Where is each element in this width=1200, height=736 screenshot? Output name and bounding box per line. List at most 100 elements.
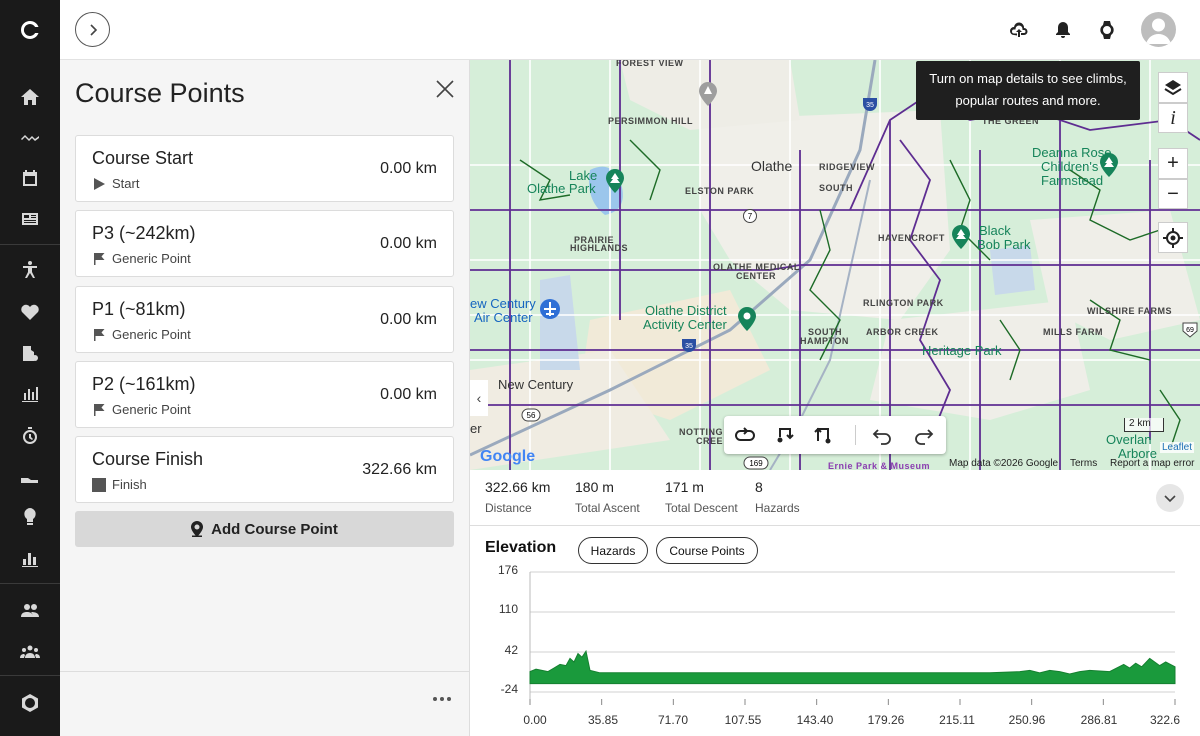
more-options-button[interactable] — [433, 694, 453, 704]
x-tick-label: 286.81 — [1080, 713, 1118, 727]
more-dot-icon — [433, 697, 437, 701]
map-label: Black — [979, 223, 1011, 238]
map-label: Children's — [1041, 159, 1099, 174]
redo-button[interactable] — [912, 425, 934, 445]
map-label: Olathe — [751, 158, 793, 174]
zoom-in-button[interactable]: + — [1158, 148, 1188, 179]
park-marker-icon[interactable] — [951, 224, 971, 250]
collapse-panel-button[interactable]: ‹ — [470, 380, 488, 416]
route-map[interactable]: FOREST VIEW PERSIMMON HILL Lake Olathe P… — [470, 60, 1200, 470]
health-icon[interactable] — [0, 292, 60, 332]
watch-icon[interactable] — [1095, 18, 1119, 42]
expand-panel-button[interactable] — [75, 12, 110, 47]
stat-value: 322.66 km — [485, 479, 551, 495]
course-point-type: Generic Point — [92, 402, 191, 417]
course-point-card[interactable]: P2 (~161km) Generic Point 0.00 km — [75, 361, 454, 428]
nav-separator — [0, 583, 60, 584]
course-point-card[interactable]: P1 (~81km) Generic Point 0.00 km — [75, 286, 454, 353]
course-point-name: Course Start — [92, 148, 194, 168]
airport-marker-icon[interactable] — [539, 298, 561, 320]
stat-distance: 322.66 km Distance — [485, 479, 550, 515]
x-tick-label: 0.00 — [523, 713, 547, 727]
course-point-card[interactable]: Course Start Start 0.00 km — [75, 135, 454, 202]
map-label: HAMPTON — [800, 336, 849, 346]
terms-link[interactable]: Terms — [1070, 458, 1097, 469]
stat-label: Distance — [485, 501, 532, 515]
add-course-point-button[interactable]: Add Course Point — [75, 511, 454, 547]
more-dot-icon — [447, 697, 451, 701]
x-tick-label: 215.11 — [939, 713, 975, 727]
loop-route-button[interactable] — [734, 425, 756, 445]
badges-icon[interactable] — [0, 683, 60, 723]
stat-label: Hazards — [755, 501, 800, 515]
groups-icon[interactable] — [0, 632, 60, 672]
training-icon[interactable] — [0, 250, 60, 290]
map-label: Olathe District — [645, 303, 727, 318]
route-shield-icon: 169 — [743, 456, 769, 470]
report-map-error-link[interactable]: Report a map error — [1110, 458, 1194, 469]
elevation-chart[interactable] — [470, 527, 1200, 736]
flag-icon — [94, 328, 105, 341]
connections-icon[interactable] — [0, 591, 60, 631]
poi-marker-icon[interactable] — [698, 81, 718, 107]
map-label: Activity Center — [643, 317, 727, 332]
map-pin-icon — [191, 521, 204, 537]
course-points-panel: Course Points Course Start Start 0.00 km… — [60, 60, 470, 736]
course-point-distance: 0.00 km — [380, 160, 437, 177]
undo-button[interactable] — [872, 425, 894, 445]
activity-trend-icon[interactable] — [0, 117, 60, 157]
course-point-card[interactable]: P3 (~242km) Generic Point 0.00 km — [75, 210, 454, 277]
close-icon — [436, 80, 454, 98]
reverse-route-button[interactable] — [814, 425, 836, 445]
bell-icon[interactable] — [1051, 18, 1075, 42]
leaflet-link[interactable]: Leaflet — [1160, 442, 1195, 453]
svg-text:35: 35 — [685, 343, 693, 350]
timer-icon[interactable] — [0, 416, 60, 456]
course-point-name: P2 (~161km) — [92, 374, 196, 394]
park-marker-icon[interactable] — [1099, 152, 1119, 178]
user-avatar-icon[interactable] — [1141, 12, 1176, 47]
toggle-stats-button[interactable] — [1156, 484, 1184, 512]
route-tools-toolbar — [724, 416, 946, 454]
chevron-right-icon — [89, 23, 97, 36]
close-panel-button[interactable] — [436, 80, 454, 98]
locate-button[interactable] — [1158, 222, 1188, 253]
course-stats-bar: 322.66 km Distance 180 m Total Ascent 17… — [470, 470, 1200, 526]
map-label: er — [470, 421, 482, 436]
svg-text:169: 169 — [749, 459, 763, 468]
x-tick-label: 250.96 — [1008, 713, 1046, 727]
calendar-icon[interactable] — [0, 158, 60, 198]
info-button[interactable]: i — [1158, 103, 1188, 133]
reports-icon[interactable] — [0, 374, 60, 414]
stat-value: 171 m — [665, 479, 704, 495]
segments-shoe-icon[interactable] — [0, 457, 60, 497]
more-dot-icon — [440, 697, 444, 701]
course-point-type: Generic Point — [92, 327, 191, 342]
map-label: Bob Park — [977, 237, 1031, 252]
chevron-left-icon: ‹ — [476, 390, 482, 406]
course-point-card[interactable]: Course Finish Finish 322.66 km — [75, 436, 454, 503]
gear-shoe-icon[interactable] — [0, 333, 60, 373]
connect-logo-icon[interactable] — [0, 0, 60, 60]
park-marker-icon[interactable] — [605, 168, 625, 194]
interstate-shield-icon: 35 — [863, 98, 877, 111]
map-tiles — [470, 60, 1200, 470]
stats-bar-icon[interactable] — [0, 539, 60, 579]
nav-separator — [0, 244, 60, 245]
loop-route-icon — [735, 427, 755, 441]
insights-bulb-icon[interactable] — [0, 497, 60, 537]
play-flag-icon — [94, 177, 105, 190]
chevron-down-icon — [1164, 495, 1176, 503]
toolbar-divider — [855, 425, 856, 445]
map-label: HIGHLANDS — [570, 243, 628, 253]
layers-button[interactable] — [1158, 72, 1188, 103]
flag-icon — [94, 403, 105, 416]
map-scale: 2 km — [1124, 418, 1164, 432]
cloud-upload-icon[interactable] — [1007, 18, 1031, 42]
zoom-out-button[interactable]: − — [1158, 179, 1188, 209]
finish-square-icon — [92, 477, 106, 492]
news-feed-icon[interactable] — [0, 199, 60, 239]
out-and-back-button[interactable] — [775, 425, 797, 445]
home-icon[interactable] — [0, 77, 60, 117]
location-marker-icon[interactable] — [737, 306, 757, 332]
